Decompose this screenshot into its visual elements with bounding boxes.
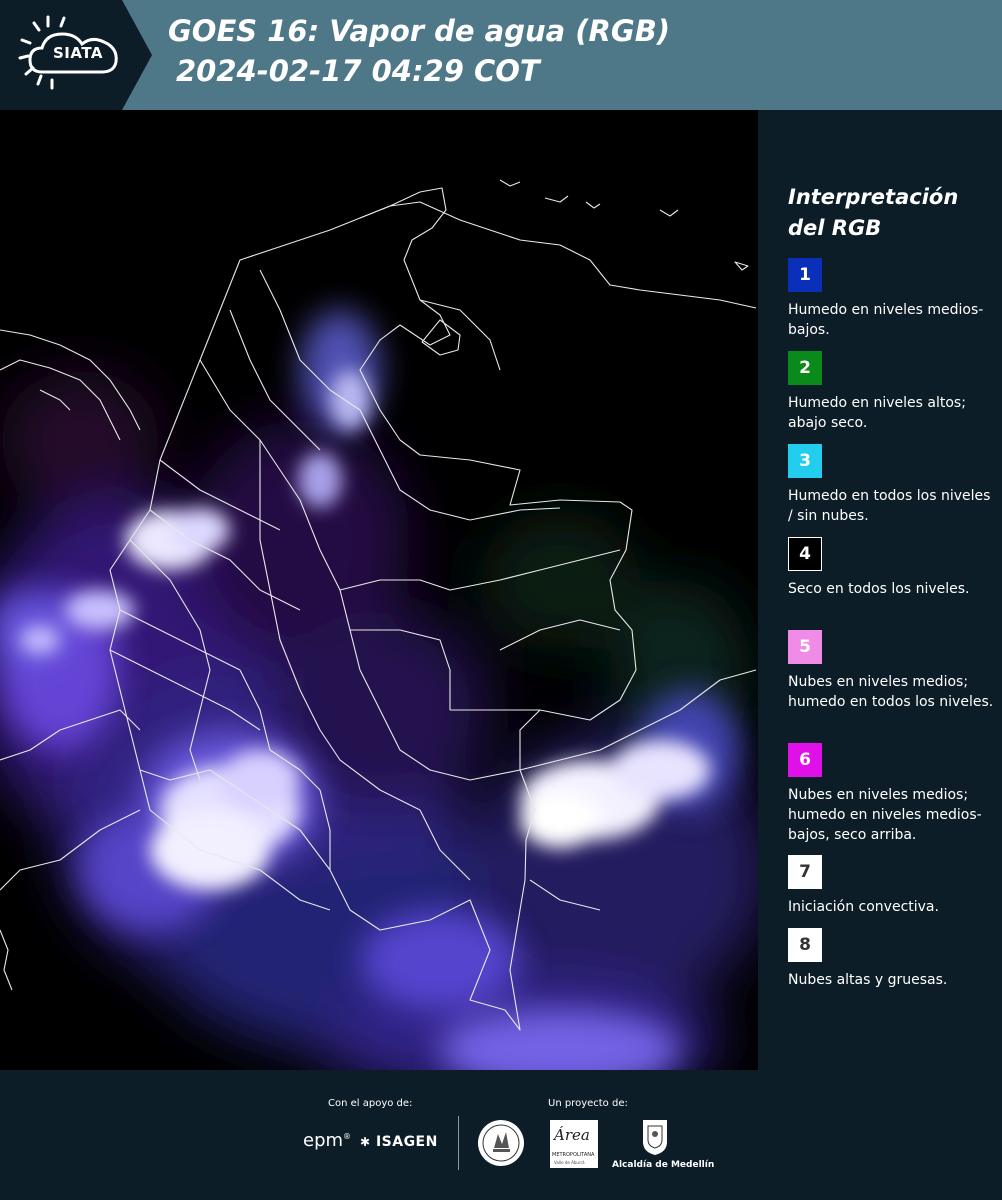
footer: Con el apoyo de: Un proyecto de: epm® ✱ … xyxy=(0,1070,1002,1200)
legend-item-1: 1 Humedo en niveles medios-bajos. xyxy=(788,258,998,340)
legend-swatch: 6 xyxy=(788,743,822,777)
legend-description: Iniciación convectiva. xyxy=(788,899,939,915)
water-vapor-image xyxy=(0,110,758,1070)
legend-item-5: 5 Nubes en niveles medios; humedo en todo… xyxy=(788,630,998,712)
legend-item-3: 3 Humedo en todos los niveles / sin nubes… xyxy=(788,444,998,526)
legend-item-2: 2 Humedo en niveles altos; abajo seco. xyxy=(788,351,998,433)
legend-swatch: 8 xyxy=(788,928,822,962)
legend-item-4: 4 Seco en todos los niveles. xyxy=(788,537,998,599)
footer-divider xyxy=(458,1116,459,1170)
page-timestamp: 2024-02-17 04:29 COT xyxy=(176,54,540,88)
page-title: GOES 16: Vapor de agua (RGB) xyxy=(168,14,671,48)
legend-swatch: 5 xyxy=(788,630,822,664)
header-bar: SIATA GOES 16: Vapor de agua (RGB) 2024-… xyxy=(0,0,1002,110)
satellite-map xyxy=(0,110,758,1070)
support-label: Con el apoyo de: xyxy=(328,1098,413,1109)
epm-logo-text: epm xyxy=(303,1130,344,1151)
legend-item-8: 8 Nubes altas y gruesas. xyxy=(788,928,998,990)
area-logo-text: Área xyxy=(554,1126,590,1144)
legend-description: Nubes altas y gruesas. xyxy=(788,972,948,988)
legend-swatch: 2 xyxy=(788,351,822,385)
legend-item-7: 7 Iniciación convectiva. xyxy=(788,855,998,917)
legend-item-6: 6 Nubes en niveles medios; humedo en nive… xyxy=(788,743,998,845)
area-metropolitana-sub: Valle de Aburrá xyxy=(554,1160,585,1165)
area-metropolitana-caption: METROPOLITANA xyxy=(552,1152,595,1158)
siata-logo-text: SIATA xyxy=(52,44,103,62)
isagen-logo: ✱ ISAGEN xyxy=(360,1134,438,1150)
legend-description: Humedo en niveles medios-bajos. xyxy=(788,302,984,338)
legend-swatch: 3 xyxy=(788,444,822,478)
legend-description: Nubes en niveles medios; humedo en todos… xyxy=(788,674,994,710)
legend-description: Humedo en niveles altos; abajo seco. xyxy=(788,395,966,431)
alcaldia-shield-icon xyxy=(643,1120,667,1155)
legend-swatch: 4 xyxy=(788,537,822,571)
epm-logo: epm® xyxy=(303,1130,352,1151)
legend-swatch: 1 xyxy=(788,258,822,292)
legend-description: Seco en todos los niveles. xyxy=(788,581,970,597)
legend-description: Humedo en todos los niveles / sin nubes. xyxy=(788,488,991,524)
area-metropolitana-logo: Área METROPOLITANA Valle de Aburrá xyxy=(550,1120,598,1168)
alcaldia-caption: Alcaldía de Medellín xyxy=(612,1160,715,1170)
isagen-logo-text: ISAGEN xyxy=(375,1134,438,1150)
legend-panel: Interpretación del RGB 1 Humedo en nivele… xyxy=(758,110,1002,1070)
legend-swatch: 7 xyxy=(788,855,822,889)
gobernacion-seal-icon xyxy=(478,1120,524,1166)
project-label: Un proyecto de: xyxy=(548,1098,628,1109)
siata-logo: SIATA xyxy=(0,0,160,110)
legend-description: Nubes en niveles medios; humedo en nivel… xyxy=(788,787,982,843)
legend-title: Interpretación del RGB xyxy=(788,185,959,240)
